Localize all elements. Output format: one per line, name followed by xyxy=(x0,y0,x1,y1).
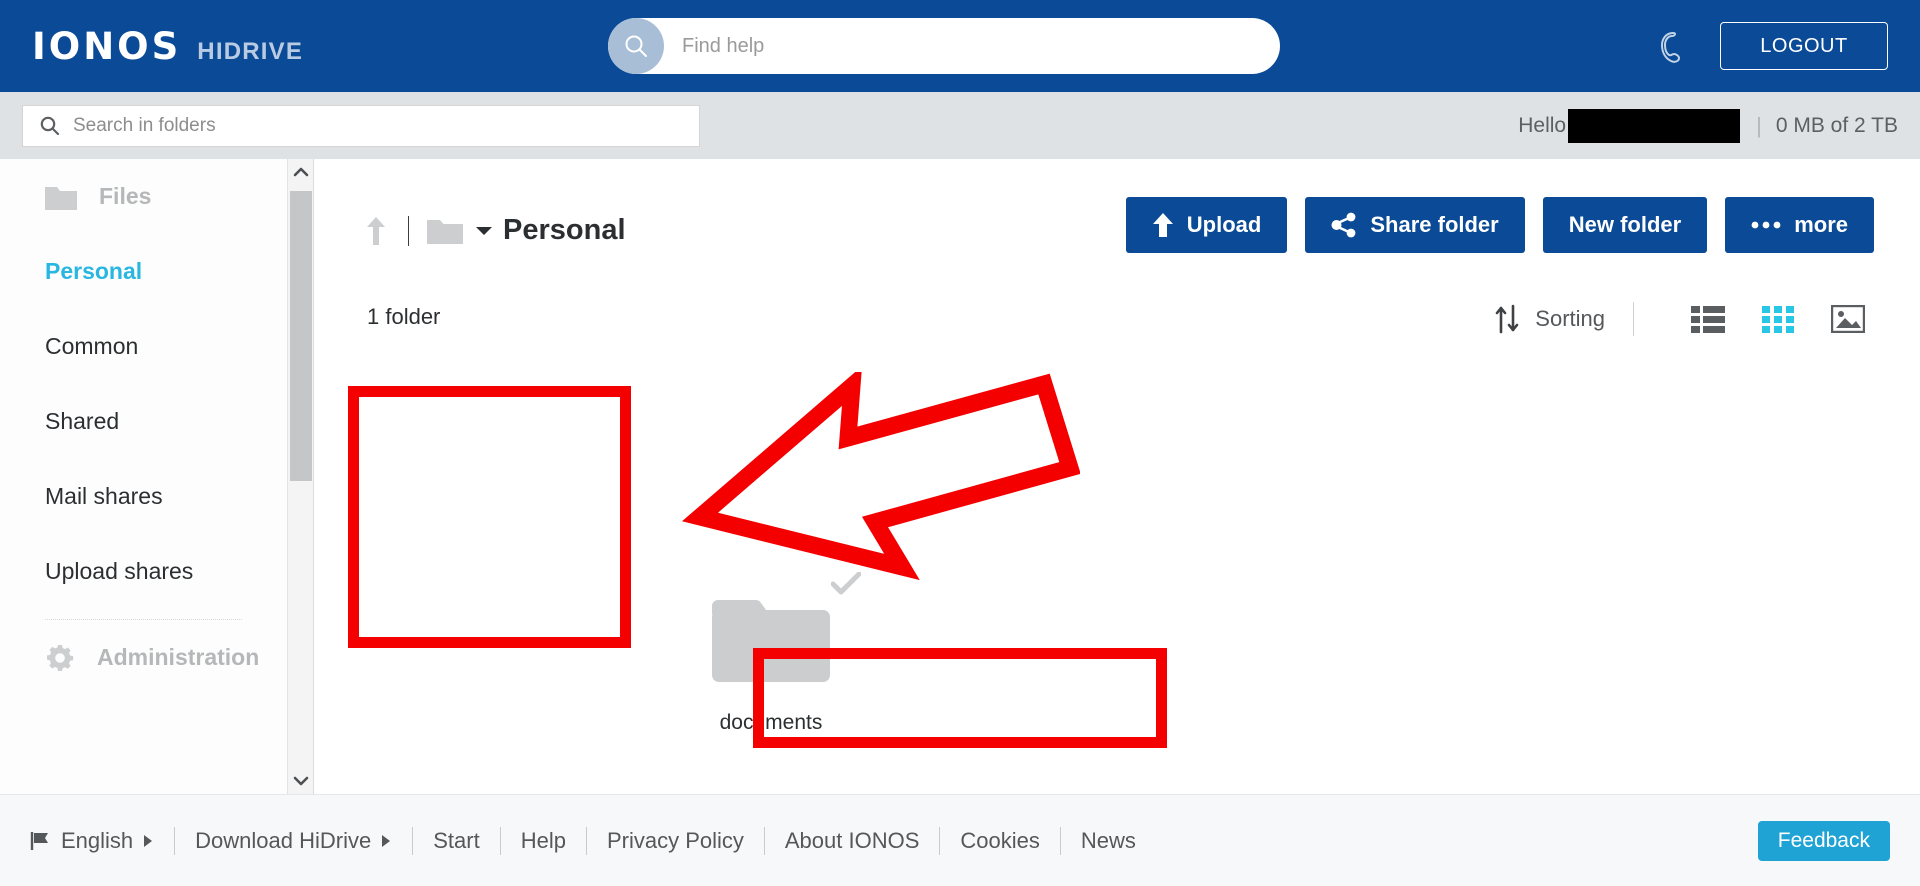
view-toolbar: Sorting xyxy=(1494,299,1874,339)
search-icon xyxy=(608,18,664,74)
sort-arrows-icon xyxy=(1494,304,1522,334)
search-icon xyxy=(39,115,61,137)
brand-name: IONOS xyxy=(32,24,182,68)
sidebar-item-administration[interactable]: Administration xyxy=(0,620,287,695)
scrollbar-thumb[interactable] xyxy=(290,191,312,481)
toolbar-divider xyxy=(1633,302,1634,336)
folder-icon xyxy=(712,596,830,691)
list-view-icon[interactable] xyxy=(1682,299,1734,339)
sidebar-item-personal[interactable]: Personal xyxy=(0,234,287,309)
sidebar-item-common[interactable]: Common xyxy=(0,309,287,384)
brand-product: HIDRIVE xyxy=(197,37,304,65)
action-buttons: Upload Share folder New folder more xyxy=(1125,197,1874,253)
sidebar-item-label: Shared xyxy=(45,408,120,434)
footer-link-news[interactable]: News xyxy=(1081,828,1136,854)
sidebar-item-label: Personal xyxy=(45,258,143,284)
arrow-up-level-icon[interactable] xyxy=(364,215,390,247)
button-label: Upload xyxy=(1186,212,1262,237)
share-folder-button[interactable]: Share folder xyxy=(1305,197,1525,253)
ellipsis-icon xyxy=(1751,220,1781,230)
footer-link-download-hidrive[interactable]: Download HiDrive xyxy=(195,828,392,854)
footer-link-start[interactable]: Start xyxy=(433,828,479,854)
footer-link-help[interactable]: Help xyxy=(521,828,566,854)
sidebar-scrollbar[interactable] xyxy=(288,159,314,794)
sidebar-item-shared[interactable]: Shared xyxy=(0,384,287,459)
button-label: Share folder xyxy=(1370,212,1499,237)
brand-logo[interactable]: IONOS HIDRIVE xyxy=(32,25,303,68)
sidebar-item-label: Upload shares xyxy=(45,558,194,584)
sidebar-item-label: Common xyxy=(45,333,139,359)
sidebar: Files Personal Common Shared Mail shares… xyxy=(0,159,288,794)
share-nodes-icon xyxy=(1331,212,1357,238)
phone-handset-icon[interactable] xyxy=(1650,27,1690,67)
footer-link-label: English xyxy=(61,827,134,853)
sidebar-item-files[interactable]: Files xyxy=(0,159,287,234)
more-button[interactable]: more xyxy=(1725,197,1874,253)
footer-link-english[interactable]: English xyxy=(30,828,154,854)
top-brand-bar: IONOS HIDRIVE LOGOUT xyxy=(0,0,1920,92)
footer-divider xyxy=(174,826,176,855)
button-label: New folder xyxy=(1568,212,1682,237)
page-title: Personal xyxy=(503,214,626,246)
check-icon[interactable] xyxy=(830,571,862,601)
footer-divider xyxy=(939,826,941,855)
hidrive-app: IONOS HIDRIVE LOGOUT xyxy=(0,0,1920,886)
folder-search-input[interactable] xyxy=(61,115,699,137)
gallery-view-icon[interactable] xyxy=(1822,299,1874,339)
footer-divider xyxy=(499,826,501,855)
sorting-label: Sorting xyxy=(1535,306,1605,331)
folder-icon xyxy=(45,184,77,210)
greeting-label: Hello xyxy=(1518,113,1567,137)
footer-divider xyxy=(763,826,765,855)
chevron-down-icon[interactable] xyxy=(475,225,493,237)
grid-view-icon[interactable] xyxy=(1752,299,1804,339)
footer-divider xyxy=(585,826,587,855)
chevron-down-icon[interactable] xyxy=(288,768,314,794)
sidebar-item-upload-shares[interactable]: Upload shares xyxy=(0,534,287,609)
breadcrumb: Personal xyxy=(364,214,626,247)
storage-quota: 0 MB of 2 TB xyxy=(1775,113,1898,137)
gear-icon xyxy=(45,643,75,673)
footer-link-privacy-policy[interactable]: Privacy Policy xyxy=(607,828,744,854)
arrow-up-icon xyxy=(1152,212,1174,238)
chevron-right-icon xyxy=(142,834,154,848)
chevron-up-icon[interactable] xyxy=(288,159,314,185)
sorting-control[interactable]: Sorting xyxy=(1494,304,1605,334)
sidebar-item-label: Files xyxy=(99,183,152,209)
folder-tile-documents[interactable]: documents xyxy=(671,562,871,762)
logout-button[interactable]: LOGOUT xyxy=(1720,22,1888,70)
sidebar-item-mail-shares[interactable]: Mail shares xyxy=(0,459,287,534)
folder-search-bar: Hello | 0 MB of 2 TB xyxy=(0,92,1920,159)
folder-search-box[interactable] xyxy=(22,105,700,147)
footer-link-label: Download HiDrive xyxy=(195,827,372,853)
button-label: more xyxy=(1794,212,1848,237)
sidebar-item-label: Mail shares xyxy=(45,483,163,509)
account-separator: | xyxy=(1756,112,1762,138)
footer-divider xyxy=(412,826,414,855)
footer: English Download HiDrive Start Help Priv… xyxy=(0,794,1920,886)
footer-link-about-ionos[interactable]: About IONOS xyxy=(785,828,920,854)
chevron-right-icon xyxy=(380,834,392,848)
folder-name: documents xyxy=(719,711,823,734)
upload-button[interactable]: Upload xyxy=(1125,197,1288,253)
footer-divider xyxy=(1059,826,1061,855)
breadcrumb-divider xyxy=(408,215,409,246)
help-search-input[interactable] xyxy=(664,34,1280,58)
username-redacted xyxy=(1568,108,1741,143)
new-folder-button[interactable]: New folder xyxy=(1542,197,1708,253)
sidebar-item-label: Administration xyxy=(97,644,260,670)
account-info: Hello | 0 MB of 2 TB xyxy=(1518,92,1898,159)
flag-icon xyxy=(30,830,52,852)
help-search-box[interactable] xyxy=(608,18,1280,74)
folder-icon[interactable] xyxy=(427,217,463,245)
feedback-button[interactable]: Feedback xyxy=(1757,821,1890,861)
footer-link-cookies[interactable]: Cookies xyxy=(960,828,1039,854)
item-count: 1 folder xyxy=(367,304,441,329)
main-content: Personal 1 folder Upload Share folder Ne… xyxy=(314,159,1920,886)
footer-links: English Download HiDrive Start Help Priv… xyxy=(30,826,1136,855)
